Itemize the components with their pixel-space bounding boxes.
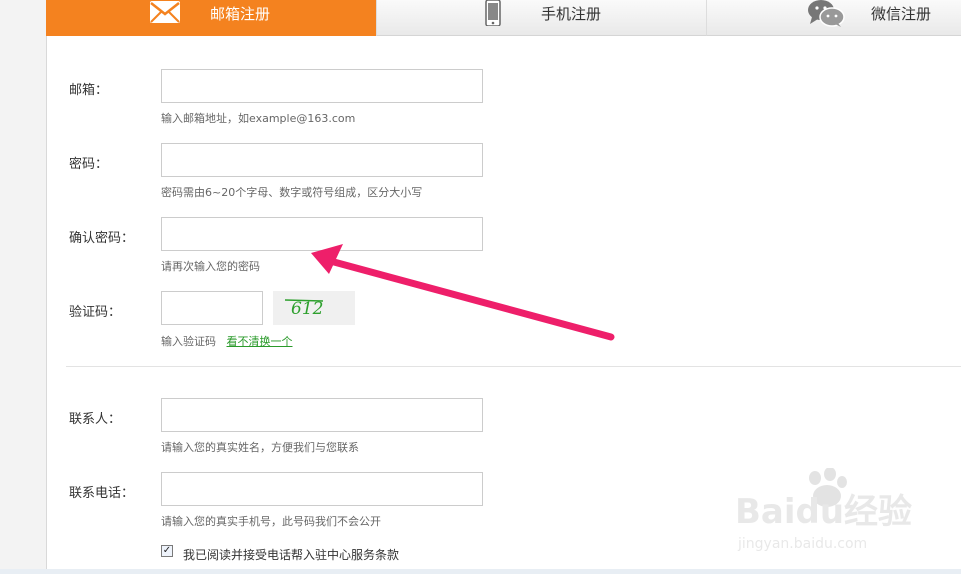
bottom-bar: [0, 569, 961, 574]
watermark-url: jingyan.baidu.com: [737, 536, 867, 552]
baidu-watermark: Baidu经验 jingyan.baidu.com: [735, 468, 912, 552]
watermark-text: Baidu经验: [735, 492, 912, 532]
